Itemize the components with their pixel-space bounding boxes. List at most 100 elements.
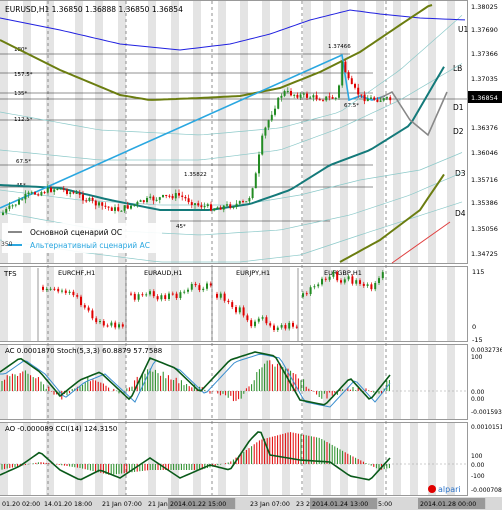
price-candle [270,114,273,121]
price-axis-label: 1.38025 [471,3,498,11]
price-candle [312,95,315,98]
price-candle [277,97,280,109]
tfs-candle [359,280,361,284]
price-candle [91,197,94,201]
tfs-candle [305,293,308,295]
price-candle [62,188,65,190]
tfs-candle [370,284,373,290]
price-candle [21,199,24,201]
session-shade [447,345,455,419]
price-candle [213,208,216,211]
price-candle [194,203,196,205]
session-shade [393,345,401,419]
ao-cci-scale-label: 0.0010151 [471,424,502,431]
price-candle [344,61,347,73]
chart-canvas[interactable]: 1.38025 1.37690 1.37366 1.37035 1.36854 1.363… [0,0,502,510]
tfs-candle [374,283,377,290]
price-candle [165,194,168,196]
time-axis-label: 23 2 [296,501,310,508]
tfs-candle [49,288,52,290]
tfs-candle [292,322,294,327]
ao-cci-scale-label: -100 [471,473,485,480]
ao-cci-header: AO -0.000089 CCI(14) 124.3150 [5,425,117,433]
tfs-candle [133,293,136,300]
session-shade [240,267,248,341]
time-axis-label: 01.20 02:00 [2,501,40,508]
tfs-candle [313,286,316,288]
session-shade [447,267,455,341]
tfs-candle [187,289,189,292]
session-shade [118,267,126,341]
price-candle [117,207,120,211]
tfs-candle [145,294,148,296]
price-candle [98,202,100,206]
tfs-candle [68,291,71,293]
price-candle [59,188,62,190]
tfs-candle [61,290,63,292]
tfs-candle [53,288,56,290]
session-shade [23,267,31,341]
price-candle [274,108,276,115]
price-axis-label: 1.35386 [471,199,498,207]
price-candle [245,201,248,203]
price-candle [370,97,372,99]
price-candle [139,200,142,202]
tfs-candle [309,287,312,295]
ac-stoch-scale-label: 0.0032736 [471,347,502,354]
price-candle [123,205,126,211]
price-candle [94,200,97,206]
tfs-candle [95,318,98,323]
price-candle [251,188,254,199]
price-candle [190,202,193,205]
fib-level-label: 157.5* [14,72,33,78]
session-shade [410,423,418,495]
tfs-candle [378,278,380,284]
tfs-candle [160,295,163,300]
price-axis-label: 1.37035 [471,75,498,83]
price-candle [354,84,356,88]
main-chart-header: EURUSD,H1 1.36850 1.36888 1.36850 1.3685… [5,5,183,14]
price-candle [338,85,340,98]
time-axis-label: 14.01.20 18:00 [44,501,92,508]
session-shade [218,345,226,419]
session-shade [218,1,226,263]
price-candle [350,78,353,85]
tfs-candle [149,291,151,295]
tfs-candle [250,320,253,327]
price-candle [53,189,56,192]
price-candle [286,90,289,92]
session-shade [171,345,179,419]
time-axis-label: 2014.01.24 13:00 [312,501,368,508]
price-candle [373,97,376,100]
tfs-candle [114,322,117,328]
session-shade [218,423,226,495]
tfs-candle [216,293,218,298]
price-candle [293,94,296,96]
price-candle [219,207,222,210]
tfs-candle [284,325,287,329]
price-candle [328,96,331,98]
tfs-candle [102,321,105,326]
tfs-candle [366,284,369,286]
tfs-candle [99,321,101,323]
tfs-candle [242,307,245,316]
tfs-candle [202,288,205,291]
tfs-candle [87,307,90,311]
ao-cci-scale-label: 0.00 [471,462,485,469]
session-shade [75,345,83,419]
price-candle [40,192,43,196]
session-shade [118,345,126,419]
tfs-candle [171,293,174,295]
price-candle [2,212,4,215]
price-candle [238,201,241,204]
time-axis-label: 5:00 [378,501,392,508]
price-candle [258,154,260,174]
tfs-candle [194,283,197,286]
price-candle [181,195,184,197]
price-axis-label: 1.35716 [471,176,498,184]
session-shade [428,423,436,495]
time-axis-label: 21 Jan 07:00 [102,501,142,508]
pivot-level-label: D1 [453,103,464,112]
price-candle [8,205,11,209]
price-candle [171,196,174,199]
